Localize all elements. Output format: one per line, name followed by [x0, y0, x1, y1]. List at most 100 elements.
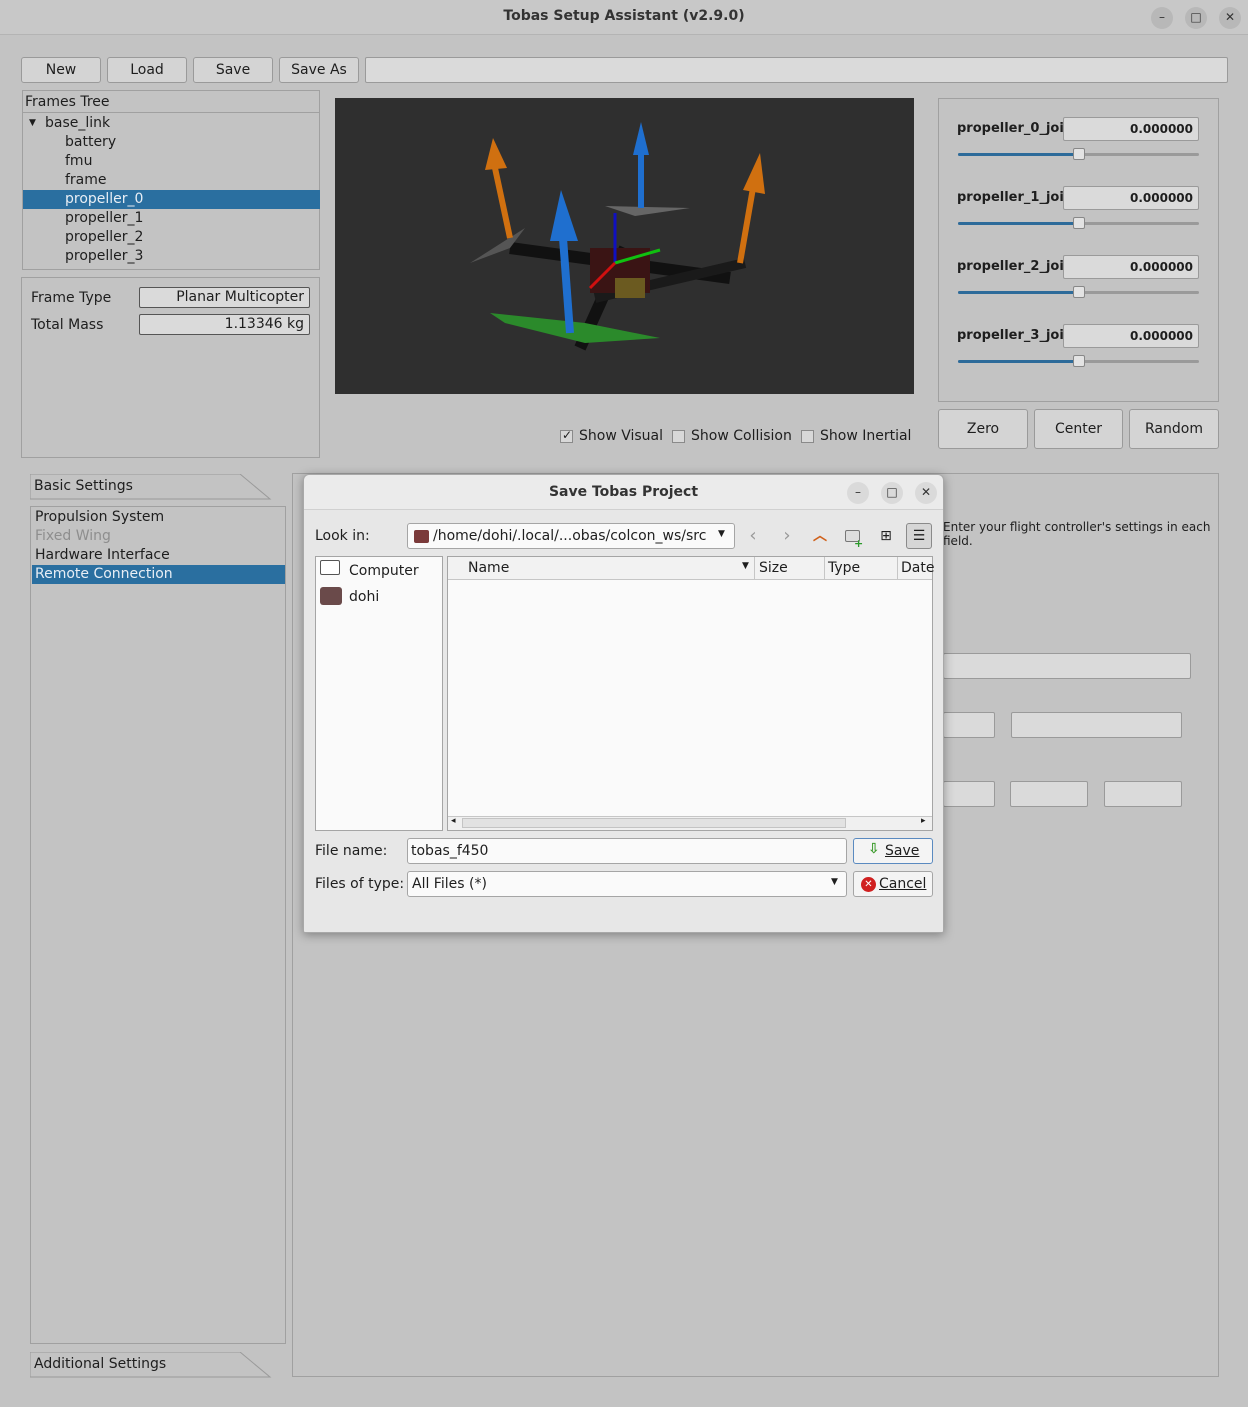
home-folder-icon — [320, 587, 342, 605]
look-in-label: Look in: — [315, 528, 370, 544]
total-mass-label: Total Mass — [31, 317, 104, 333]
joint-label-3: propeller_3_joint — [957, 328, 1080, 343]
remote-field-3[interactable] — [1011, 712, 1182, 738]
dialog-save-button[interactable]: ⇩ Save — [853, 838, 933, 864]
settings-item-remote-connection[interactable]: Remote Connection — [32, 565, 285, 584]
joint-label-1: propeller_1_joint — [957, 190, 1080, 205]
remote-field-4[interactable] — [943, 781, 995, 807]
zero-button[interactable]: Zero — [938, 409, 1028, 449]
column-date[interactable]: Date — [901, 560, 934, 576]
show-visual-checkbox[interactable]: ✓ — [560, 428, 573, 443]
joint-label-2: propeller_2_joint — [957, 259, 1080, 274]
joint-states-panel: propeller_0_joint 0.000000 propeller_1_j… — [938, 98, 1219, 402]
joint-slider-handle-1[interactable] — [1073, 217, 1085, 229]
tree-item-fmu[interactable]: fmu — [23, 152, 320, 171]
file-list[interactable]: Name ▼ Size Type Date ◂ ▸ — [447, 556, 934, 831]
tree-item-propeller-2[interactable]: propeller_2 — [23, 228, 320, 247]
files-of-type-combobox[interactable]: All Files (*) ▼ — [407, 871, 847, 897]
joint-value-2[interactable]: 0.000000 — [1063, 255, 1199, 279]
joint-slider-fill-1 — [958, 222, 1079, 225]
joint-slider-fill-2 — [958, 291, 1079, 294]
show-inertial-checkbox[interactable] — [801, 430, 814, 443]
chevron-down-icon[interactable]: ▼ — [718, 529, 725, 539]
remote-field-2[interactable] — [943, 712, 995, 738]
detail-view-icon[interactable]: ☰ — [906, 523, 932, 549]
show-inertial-label: Show Inertial — [820, 428, 912, 444]
settings-item-propulsion-system[interactable]: Propulsion System — [32, 508, 285, 527]
drone-model-render — [470, 122, 765, 351]
joint-slider-handle-0[interactable] — [1073, 148, 1085, 160]
show-collision-checkbox[interactable] — [672, 430, 685, 443]
dialog-maximize-icon[interactable]: □ — [881, 482, 903, 504]
tree-item-battery[interactable]: battery — [23, 133, 320, 152]
close-icon[interactable]: ✕ — [1219, 7, 1241, 29]
tree-item-propeller-3[interactable]: propeller_3 — [23, 247, 320, 266]
frame-type-label: Frame Type — [31, 290, 112, 306]
tree-item-propeller-1[interactable]: propeller_1 — [23, 209, 320, 228]
tree-item-frame[interactable]: frame — [23, 171, 320, 190]
back-icon[interactable]: ‹ — [741, 524, 765, 548]
robot-3d-viewport[interactable] — [335, 98, 914, 394]
project-path-field[interactable] — [365, 57, 1228, 83]
show-collision-label: Show Collision — [691, 428, 792, 444]
tab-additional-settings[interactable]: Additional Settings — [30, 1352, 286, 1378]
joint-value-0[interactable]: 0.000000 — [1063, 117, 1199, 141]
settings-item-hardware-interface[interactable]: Hardware Interface — [32, 546, 285, 565]
joint-slider-fill-0 — [958, 153, 1079, 156]
look-in-combobox[interactable]: /home/dohi/.local/...obas/colcon_ws/src … — [407, 523, 735, 549]
settings-list: Propulsion System Fixed Wing Hardware In… — [30, 506, 286, 1344]
chevron-down-icon[interactable]: ▼ — [29, 114, 36, 133]
save-as-button[interactable]: Save As — [279, 57, 359, 83]
new-button[interactable]: New — [21, 57, 101, 83]
list-view-icon[interactable]: ⊞ — [874, 524, 898, 548]
checkmark-icon: ✓ — [562, 428, 573, 442]
column-divider — [754, 557, 755, 580]
tree-item-propeller-0[interactable]: propeller_0 — [23, 190, 320, 209]
scroll-right-icon[interactable]: ▸ — [921, 816, 926, 826]
place-computer[interactable]: Computer — [316, 559, 442, 583]
settings-item-fixed-wing: Fixed Wing — [35, 528, 111, 544]
column-size[interactable]: Size — [759, 560, 788, 576]
minimize-icon[interactable]: – — [1151, 7, 1173, 29]
remote-field-1[interactable] — [943, 653, 1191, 679]
file-name-label: File name: — [315, 843, 388, 859]
dialog-cancel-button[interactable]: ✕ Cancel — [853, 871, 933, 897]
remote-field-6[interactable] — [1104, 781, 1182, 807]
save-project-dialog: Save Tobas Project – □ ✕ Look in: /home/… — [303, 474, 944, 933]
chevron-down-icon[interactable]: ▼ — [831, 877, 838, 887]
computer-icon — [320, 560, 340, 575]
window-title-bar: Tobas Setup Assistant (v2.9.0) – □ ✕ — [0, 0, 1248, 35]
file-name-input[interactable]: tobas_f450 — [407, 838, 847, 864]
tab-basic-settings[interactable]: Basic Settings — [30, 474, 286, 500]
center-button[interactable]: Center — [1034, 409, 1123, 449]
forward-icon[interactable]: › — [775, 524, 799, 548]
load-button[interactable]: Load — [107, 57, 187, 83]
dialog-title-bar: Save Tobas Project – □ ✕ — [304, 475, 943, 510]
joint-slider-handle-3[interactable] — [1073, 355, 1085, 367]
show-visual-label: Show Visual — [579, 428, 664, 444]
scroll-left-icon[interactable]: ◂ — [451, 816, 456, 826]
joint-value-1[interactable]: 0.000000 — [1063, 186, 1199, 210]
column-name[interactable]: Name — [468, 560, 509, 576]
random-button[interactable]: Random — [1129, 409, 1219, 449]
column-type[interactable]: Type — [828, 560, 860, 576]
place-dohi[interactable]: dohi — [316, 585, 442, 609]
dialog-minimize-icon[interactable]: – — [847, 482, 869, 504]
remote-field-5[interactable] — [1010, 781, 1088, 807]
folder-icon — [414, 530, 429, 543]
save-button[interactable]: Save — [193, 57, 273, 83]
sort-indicator-icon: ▼ — [742, 561, 749, 571]
settings-hint-text: Enter your flight controller's settings … — [943, 520, 1211, 548]
frames-tree: Frames Tree ▼ base_link battery fmu fram… — [22, 90, 320, 270]
horizontal-scrollbar[interactable]: ◂ ▸ — [448, 816, 932, 830]
maximize-icon[interactable]: □ — [1185, 7, 1207, 29]
new-folder-icon[interactable]: + — [841, 524, 865, 550]
joint-value-3[interactable]: 0.000000 — [1063, 324, 1199, 348]
tree-item-base-link[interactable]: ▼ base_link — [23, 114, 320, 133]
window-title: Tobas Setup Assistant (v2.9.0) — [503, 8, 745, 24]
parent-directory-icon[interactable]: ︿ — [808, 524, 832, 548]
column-divider — [897, 557, 898, 580]
joint-slider-handle-2[interactable] — [1073, 286, 1085, 298]
dialog-close-icon[interactable]: ✕ — [915, 482, 937, 504]
scrollbar-thumb[interactable] — [462, 818, 846, 828]
